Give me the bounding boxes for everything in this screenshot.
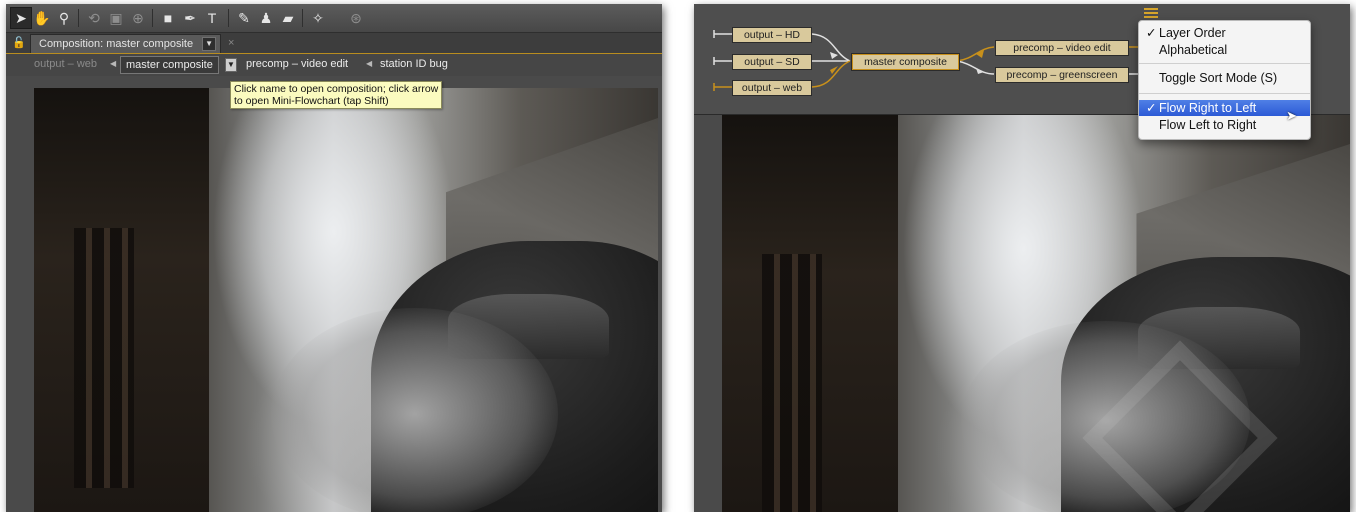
composition-viewer[interactable] [34,88,658,512]
lock-icon[interactable]: 🔓 [12,36,26,50]
flow-node-precomp-greenscreen[interactable]: precomp – greenscreen [995,67,1129,83]
menu-item-layer-order[interactable]: ✓ Layer Order [1139,25,1310,41]
zoom-tool-icon[interactable]: ⚲ [54,8,74,28]
breadcrumb-output-web[interactable]: output – web [34,58,97,70]
type-tool-icon[interactable]: T [202,8,222,28]
connector-curve [811,33,851,62]
camera-tool-icon[interactable]: ▣ [106,8,126,28]
menu-item-label: Flow Left to Right [1159,118,1257,132]
menu-item-label: Toggle Sort Mode (S) [1159,71,1278,85]
roto-brush-tool-icon[interactable]: ✧ [308,8,328,28]
composition-tab-label: Composition: master composite [39,38,194,50]
composition-tab[interactable]: Composition: master composite ▼ [30,34,222,53]
flow-node-output-sd[interactable]: output – SD [732,54,812,70]
breadcrumb-station-id-bug[interactable]: station ID bug [380,58,448,70]
menu-item-flow-left-to-right[interactable]: Flow Left to Right [1139,117,1310,133]
menu-item-label: Alphabetical [1159,43,1228,57]
arrow-cursor-icon: ➤ [1286,108,1297,123]
mini-flowchart-arrow-button[interactable]: ▼ [225,58,237,72]
photo-smoke [271,308,559,512]
eraser-tool-icon[interactable]: ▰ [278,8,298,28]
clone-stamp-tool-icon[interactable]: ♟ [256,8,276,28]
tools-toolbar: ➤ ✋ ⚲ ⟲ ▣ ⊕ ■ ✒ T ✎ ♟ ▰ ✧ ⊛ [6,4,662,33]
hand-tool-icon[interactable]: ✋ [32,8,52,28]
flow-node-output-web[interactable]: output – web [732,80,812,96]
close-icon[interactable]: × [228,37,234,49]
flowchart-menu-icon[interactable] [1144,8,1158,18]
tooltip-line-2: to open Mini-Flowchart (tap Shift) [234,95,389,107]
rectangle-tool-icon[interactable]: ■ [158,8,178,28]
connector-curve [956,60,995,75]
flow-node-output-hd[interactable]: output – HD [732,27,812,43]
checkmark-icon: ✓ [1146,101,1157,115]
toolbar-separator [228,9,229,27]
checkmark-icon: ✓ [1146,26,1157,40]
tooltip-line-1: Click name to open composition; click ar… [234,83,439,95]
pen-tool-icon[interactable]: ✒ [180,8,200,28]
menu-item-label: Layer Order [1159,26,1226,40]
breadcrumb-master-composite[interactable]: master composite [120,56,219,74]
arrowhead [830,52,838,59]
menu-item-alphabetical[interactable]: Alphabetical [1139,42,1310,58]
puppet-pin-tool-icon[interactable]: ⊛ [346,8,366,28]
flow-node-precomp-video-edit[interactable]: precomp – video edit [995,40,1129,56]
brush-tool-icon[interactable]: ✎ [234,8,254,28]
pan-behind-tool-icon[interactable]: ⊕ [128,8,148,28]
menu-item-flow-right-to-left[interactable]: ✓ Flow Right to Left [1139,100,1310,116]
breadcrumb-precomp-video-edit[interactable]: precomp – video edit [246,58,348,70]
composition-panel-right: output – HD output – SD output – web mas… [694,4,1350,512]
tab-menu-icon[interactable]: ▼ [202,37,217,52]
photo-building-left [722,114,898,512]
flow-arrow-icon: ◀ [366,59,373,68]
photo-building-left [34,88,209,512]
connector-curve [956,46,995,62]
toolbar-separator [152,9,153,27]
connector-curve [811,60,851,88]
selection-tool-icon[interactable]: ➤ [10,7,32,29]
composition-panel-left: ➤ ✋ ⚲ ⟲ ▣ ⊕ ■ ✒ T ✎ ♟ ▰ ✧ ⊛ 🔓 Compositio… [6,4,662,512]
tooltip: Click name to open composition; click ar… [230,81,443,109]
toolbar-separator [78,9,79,27]
menu-separator [1139,93,1310,94]
composition-viewer[interactable] [722,114,1350,512]
rotate-tool-icon[interactable]: ⟲ [84,8,104,28]
menu-separator [1139,63,1310,64]
comp-tab-row: 🔓 Composition: master composite ▼ × [6,33,662,55]
flow-node-master-composite[interactable]: master composite [852,54,959,70]
toolbar-separator [302,9,303,27]
composition-navigator: output – web ◀ master composite ▼ precom… [6,54,662,76]
flow-arrow-icon: ◀ [110,59,117,68]
menu-item-label: Flow Right to Left [1159,101,1257,115]
menu-item-toggle-sort-mode[interactable]: Toggle Sort Mode (S) [1139,70,1310,86]
